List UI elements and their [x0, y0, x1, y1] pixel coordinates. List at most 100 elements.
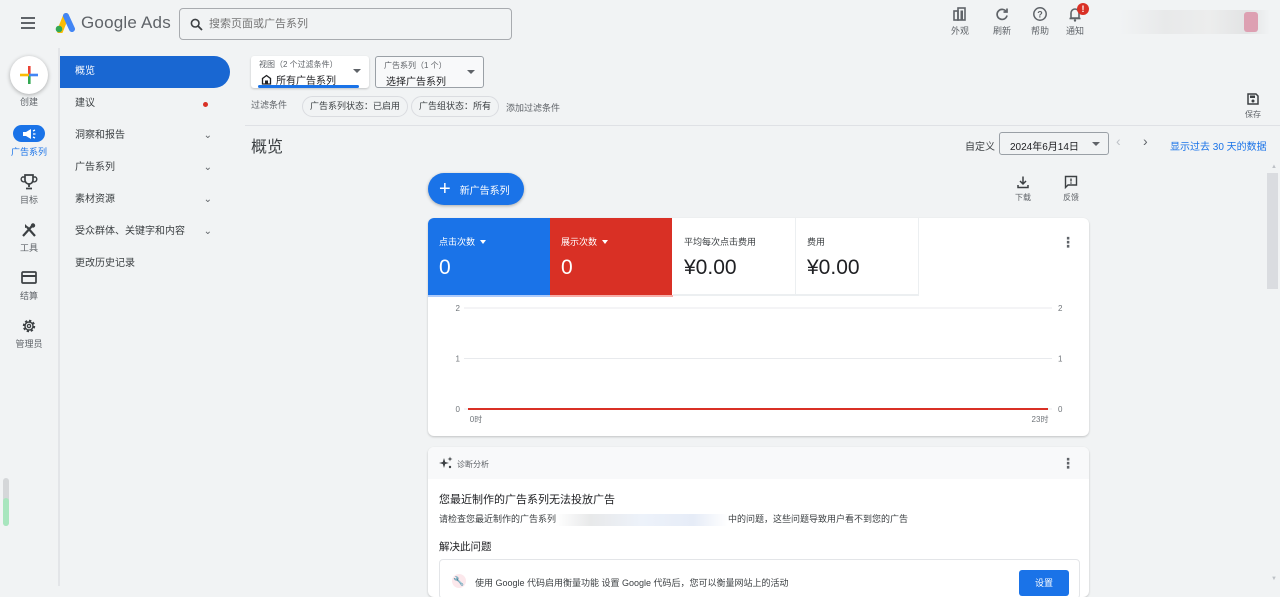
nav-item-label: 受众群体、关键字和内容 — [75, 226, 185, 237]
top-bar: Google Ads 外观 刷新 ? 帮助 通知 ! — [0, 0, 1280, 48]
search-box[interactable] — [179, 8, 512, 40]
chevron-left-icon[interactable]: ‹ — [1116, 133, 1121, 149]
campaign-selector[interactable]: 广告系列（1 个） 选择广告系列 — [375, 56, 484, 88]
show-last-30-days-link[interactable]: 显示过去 30 天的数据 — [1170, 138, 1267, 153]
feedback-button[interactable]: 反馈 — [1056, 175, 1086, 203]
nav-item-assets[interactable]: 素材资源 ⌄ — [60, 184, 230, 216]
download-icon — [1017, 176, 1029, 189]
nav-item-label: 建议 — [75, 98, 95, 109]
date-value: 2024年6月14日 — [1010, 142, 1079, 153]
diagnostics-header: 诊断分析 ⋮ — [428, 447, 1089, 479]
more-options-icon[interactable]: ⋮ — [1061, 234, 1075, 251]
metric-label: 点击次数 — [439, 237, 476, 247]
download-button[interactable]: 下载 — [1008, 175, 1038, 203]
diagnostics-card: 诊断分析 ⋮ 您最近制作的广告系列无法投放广告 请检查您最近制作的广告系列 中的问… — [428, 447, 1089, 597]
view-selector[interactable]: 视图（2 个过滤条件） 所有广告系列 — [251, 56, 369, 88]
notifications-button[interactable]: 通知 ! — [1059, 3, 1091, 37]
tools-icon — [22, 223, 36, 237]
chevron-right-icon[interactable]: › — [1143, 133, 1148, 149]
chevron-down-icon: ⌄ — [203, 130, 212, 141]
sparkle-icon — [439, 456, 453, 469]
setup-button[interactable]: 设置 — [1019, 570, 1069, 596]
create-button[interactable] — [10, 56, 48, 94]
appearance-label: 外观 — [950, 26, 969, 36]
metric-avg-cpc[interactable]: 平均每次点击费用 ¥0.00 — [673, 218, 796, 295]
diagnostics-body: 请检查您最近制作的广告系列 中的问题，这些问题导致用户看不到您的广告 — [439, 512, 908, 526]
nav-item-change-history[interactable]: 更改历史记录 — [60, 248, 230, 280]
view-selector-underline — [258, 85, 359, 88]
metric-cost[interactable]: 费用 ¥0.00 — [796, 218, 919, 295]
avatar[interactable] — [1244, 12, 1258, 32]
nav-item-label: 洞察和报告 — [75, 130, 125, 141]
svg-text:?: ? — [1037, 9, 1043, 19]
metric-label: 展示次数 — [561, 237, 598, 247]
diagnostics-body-end: 中的问题，这些问题导致用户看不到您的广告 — [728, 514, 909, 524]
google-ads-logo-icon — [55, 13, 75, 33]
help-button[interactable]: ? 帮助 — [1024, 6, 1056, 37]
plus-icon — [20, 66, 38, 84]
refresh-icon — [996, 8, 1008, 21]
resolve-heading: 解决此问题 — [439, 541, 492, 553]
notification-badge: ! — [1077, 3, 1089, 15]
fix-suggestion-text: 使用 Google 代码启用衡量功能 设置 Google 代码后，您可以衡量网站… — [475, 578, 789, 588]
nav-item-overview[interactable]: 概览 — [60, 56, 230, 88]
nav-item-label: 广告系列 — [75, 162, 115, 173]
rail-item-admin[interactable]: 管理员 — [0, 318, 58, 350]
y-tick-label: 0 — [456, 405, 461, 414]
appearance-button[interactable]: 外观 — [944, 6, 976, 37]
filter-chip-adgroup-status[interactable]: 广告组状态：所有 — [411, 96, 500, 117]
menu-icon[interactable] — [20, 14, 40, 34]
google-ads-logo[interactable]: Google Ads — [53, 13, 171, 33]
diagnostics-title: 诊断分析 — [457, 460, 489, 469]
refresh-button[interactable]: 刷新 — [986, 6, 1018, 37]
filter-chip-campaign-status[interactable]: 广告系列状态：已启用 — [302, 96, 409, 117]
nav-item-recommendations[interactable]: 建议 — [60, 88, 230, 120]
dropdown-arrow-icon — [602, 239, 609, 244]
fix-suggestion: 🔧 使用 Google 代码启用衡量功能 设置 Google 代码后，您可以衡量… — [439, 559, 1080, 597]
diagnostics-headline: 您最近制作的广告系列无法投放广告 — [439, 494, 615, 506]
metric-label: 费用 — [807, 237, 826, 247]
add-filter-link[interactable]: 添加过滤条件 — [506, 101, 560, 114]
y2-tick-label: 2 — [1058, 304, 1063, 313]
metric-impressions[interactable]: 展示次数 0 — [550, 218, 672, 295]
metric-value: 0 — [439, 256, 451, 279]
search-input[interactable] — [209, 18, 489, 30]
y-tick-label: 1 — [456, 355, 461, 364]
rail-item-campaigns[interactable]: 广告系列 — [0, 125, 58, 158]
rail-item-goals[interactable]: 目标 — [0, 174, 58, 206]
redacted-campaign-name — [556, 513, 729, 526]
chevron-down-icon: ⌄ — [203, 194, 212, 205]
scroll-down-arrow[interactable]: ▼ — [1271, 576, 1277, 582]
rail-item-tools[interactable]: 工具 — [0, 222, 58, 254]
create-label: 创建 — [19, 97, 38, 107]
new-campaign-button[interactable]: + 新广告系列 — [428, 173, 524, 205]
scroll-up-arrow[interactable]: ▲ — [1271, 164, 1277, 170]
help-icon: ? — [1033, 7, 1047, 21]
rail-item-label: 广告系列 — [10, 147, 47, 157]
campaign-selector-caption: 广告系列（1 个） — [384, 61, 447, 70]
metric-clicks[interactable]: 点击次数 0 — [428, 218, 550, 295]
page-scrollbar-thumb[interactable] — [1267, 173, 1278, 289]
date-picker[interactable]: 2024年6月14日 — [999, 132, 1109, 155]
metric-underline-clicks — [428, 295, 550, 297]
save-label: 保存 — [1245, 110, 1261, 119]
more-options-icon[interactable]: ⋮ — [1061, 455, 1075, 472]
feedback-label: 反馈 — [1063, 193, 1079, 202]
help-label: 帮助 — [1030, 26, 1049, 36]
rail-scrollbar-thumb[interactable] — [3, 498, 9, 526]
download-label: 下载 — [1015, 193, 1031, 202]
nav-item-campaigns[interactable]: 广告系列 ⌄ — [60, 152, 230, 184]
x-tick-label: 0时 — [470, 414, 482, 424]
nav-item-label: 素材资源 — [75, 194, 115, 205]
nav-item-audiences-keywords-content[interactable]: 受众群体、关键字和内容 ⌄ — [60, 216, 230, 248]
rail-item-label: 结算 — [19, 291, 38, 301]
save-button[interactable]: 保存 — [1240, 92, 1266, 120]
metric-value: ¥0.00 — [807, 256, 860, 279]
app-name: Google Ads — [81, 13, 171, 32]
diagnostics-body-start: 请检查您最近制作的广告系列 — [439, 514, 557, 524]
nav-item-insights-reports[interactable]: 洞察和报告 ⌄ — [60, 120, 230, 152]
notification-dot — [203, 102, 208, 107]
rail-item-billing[interactable]: 结算 — [0, 270, 58, 302]
y-tick-label: 2 — [456, 304, 461, 313]
gear-icon — [22, 319, 36, 333]
